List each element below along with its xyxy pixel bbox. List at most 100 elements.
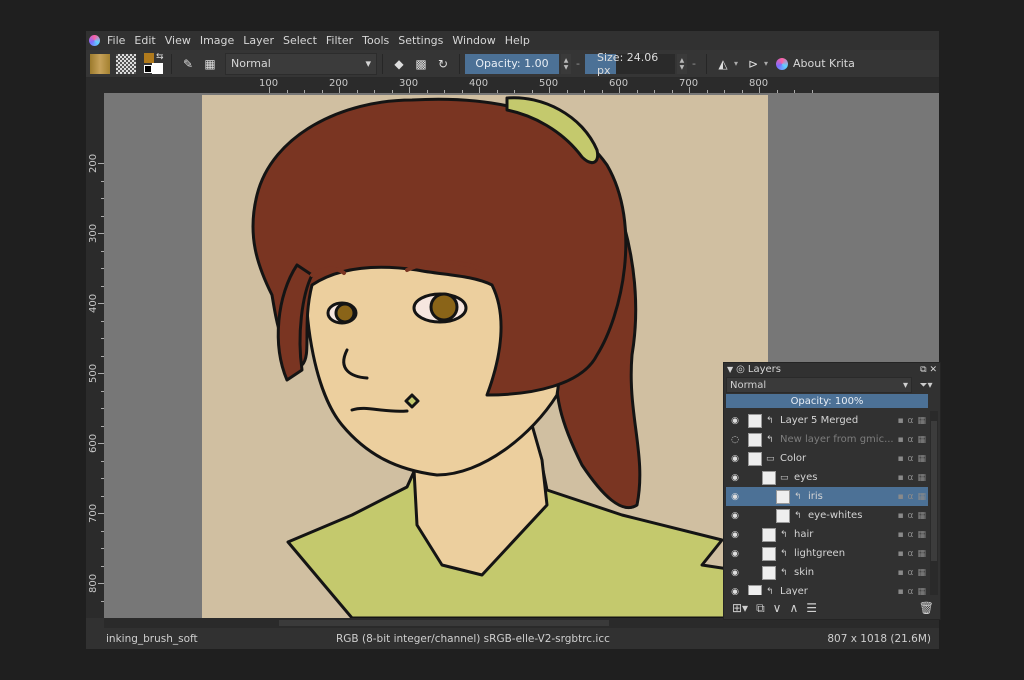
background-color-swatch[interactable]: [152, 62, 163, 74]
layer-opacity-slider[interactable]: Opacity: 100%: [726, 394, 928, 408]
eye-open-icon[interactable]: ◉: [728, 454, 742, 464]
inherit-alpha-icon[interactable]: ▦: [917, 511, 926, 521]
current-brush-label[interactable]: inking_brush_soft: [106, 633, 336, 645]
pattern-selector[interactable]: [116, 53, 136, 74]
duplicate-layer-button[interactable]: ⧉: [756, 601, 765, 616]
layer-row[interactable]: ◉ ↰ eye-whites ▪ α ▦: [726, 506, 928, 525]
inherit-alpha-icon[interactable]: ▦: [917, 473, 926, 483]
delete-layer-button[interactable]: 🗑: [919, 601, 934, 615]
horizontal-scrollbar-thumb[interactable]: [279, 620, 609, 626]
layer-row[interactable]: ◉ ↰ hair ▪ α ▦: [726, 525, 928, 544]
layer-row[interactable]: ◌ ↰ New layer from gmic... ▪ α ▦: [726, 430, 928, 449]
lock-icon[interactable]: ▪: [897, 473, 903, 483]
layer-list-scrollbar-thumb[interactable]: [931, 421, 937, 561]
preserve-alpha-button[interactable]: ▩: [410, 53, 432, 75]
menu-window[interactable]: Window: [452, 34, 495, 47]
color-selector[interactable]: ⇆: [144, 52, 166, 75]
lock-icon[interactable]: ▪: [897, 511, 903, 521]
opacity-slider[interactable]: Opacity: 1.00: [465, 53, 559, 74]
document-canvas[interactable]: [202, 95, 768, 618]
inherit-alpha-icon[interactable]: ▦: [917, 568, 926, 578]
layer-row[interactable]: ◉ ↰ Layer 5 Merged ▪ α ▦: [726, 411, 928, 430]
menu-filter[interactable]: Filter: [326, 34, 353, 47]
inherit-alpha-icon[interactable]: ▦: [917, 492, 926, 502]
layer-row[interactable]: ◉ ↰ Layer ▪ α ▦: [726, 582, 928, 595]
about-krita-button[interactable]: About Krita: [776, 57, 855, 70]
layer-row[interactable]: ◉ ↰ iris ▪ α ▦: [726, 487, 928, 506]
blend-mode-dropdown[interactable]: Normal ▾: [225, 52, 377, 75]
brush-presets-button[interactable]: ▦: [199, 53, 221, 75]
move-layer-up-button[interactable]: ∧: [789, 601, 798, 615]
size-spinner[interactable]: ▲ ▼: [676, 53, 687, 74]
eye-open-icon[interactable]: ◉: [728, 587, 742, 596]
float-close-icons[interactable]: ⧉ ✕: [920, 365, 937, 375]
size-slider[interactable]: Size: 24.06 px: [584, 51, 675, 77]
alpha-lock-icon[interactable]: α: [908, 492, 914, 502]
collapse-arrow-icon[interactable]: ▼: [727, 365, 733, 374]
lock-icon[interactable]: ▪: [897, 587, 903, 596]
menu-image[interactable]: Image: [200, 34, 234, 47]
layers-docker-titlebar[interactable]: ▼ ◎ Layers ⧉ ✕: [724, 363, 940, 376]
lock-icon[interactable]: ▪: [897, 530, 903, 540]
layer-blend-mode-dropdown[interactable]: Normal ▾: [726, 377, 912, 393]
mirror-horizontal-options-icon[interactable]: ▾: [734, 59, 738, 68]
menu-select[interactable]: Select: [283, 34, 317, 47]
alpha-lock-icon[interactable]: α: [908, 454, 914, 464]
brush-editor-button[interactable]: ✎: [177, 53, 199, 75]
eraser-mode-button[interactable]: ◆: [388, 53, 410, 75]
opacity-spinner[interactable]: ▲ ▼: [561, 53, 571, 74]
alpha-lock-icon[interactable]: α: [908, 530, 914, 540]
foreground-color-swatch[interactable]: [144, 52, 154, 63]
inherit-alpha-icon[interactable]: ▦: [917, 549, 926, 559]
reload-preset-button[interactable]: ↻: [432, 53, 454, 75]
alpha-lock-icon[interactable]: α: [908, 473, 914, 483]
inherit-alpha-icon[interactable]: ▦: [917, 530, 926, 540]
alpha-lock-icon[interactable]: α: [908, 435, 914, 445]
eye-open-icon[interactable]: ◉: [728, 416, 742, 426]
alpha-lock-icon[interactable]: α: [908, 587, 914, 596]
mirror-vertical-options-icon[interactable]: ▾: [764, 59, 768, 68]
inherit-alpha-icon[interactable]: ▦: [917, 587, 926, 596]
lock-icon[interactable]: ▪: [897, 492, 903, 502]
menu-tools[interactable]: Tools: [362, 34, 389, 47]
eye-closed-icon[interactable]: ◌: [728, 435, 742, 445]
eye-open-icon[interactable]: ◉: [728, 473, 742, 483]
lock-icon[interactable]: ▪: [897, 568, 903, 578]
layer-row[interactable]: ◉ ↰ skin ▪ α ▦: [726, 563, 928, 582]
layer-filter-button[interactable]: ⏷▾: [914, 378, 938, 392]
move-layer-down-button[interactable]: ∨: [773, 601, 782, 615]
mirror-horizontal-button[interactable]: ◭: [712, 53, 734, 75]
add-layer-button[interactable]: ⊞▾: [732, 601, 748, 615]
eye-open-icon[interactable]: ◉: [728, 530, 742, 540]
menu-help[interactable]: Help: [505, 34, 530, 47]
inherit-alpha-icon[interactable]: ▦: [917, 416, 926, 426]
lock-icon[interactable]: ▪: [897, 454, 903, 464]
eye-open-icon[interactable]: ◉: [728, 568, 742, 578]
alpha-lock-icon[interactable]: α: [908, 416, 914, 426]
alpha-lock-icon[interactable]: α: [908, 511, 914, 521]
menu-edit[interactable]: Edit: [134, 34, 155, 47]
lock-icon[interactable]: ▪: [897, 549, 903, 559]
alpha-lock-icon[interactable]: α: [908, 549, 914, 559]
mirror-vertical-button[interactable]: ⊳: [742, 53, 764, 75]
eye-open-icon[interactable]: ◉: [728, 511, 742, 521]
menu-file[interactable]: File: [107, 34, 125, 47]
eye-open-icon[interactable]: ◉: [728, 492, 742, 502]
layer-row[interactable]: ◉ ↰ lightgreen ▪ α ▦: [726, 544, 928, 563]
layer-properties-button[interactable]: ☰: [806, 601, 817, 615]
layer-row[interactable]: ◉ ▭ eyes ▪ α ▦: [726, 468, 928, 487]
gradient-selector[interactable]: [90, 53, 110, 74]
menu-settings[interactable]: Settings: [398, 34, 443, 47]
menu-view[interactable]: View: [165, 34, 191, 47]
layer-row[interactable]: ◉ ▭ Color ▪ α ▦: [726, 449, 928, 468]
lock-icon[interactable]: ▪: [897, 435, 903, 445]
layer-list-scrollbar[interactable]: [930, 411, 938, 595]
swap-colors-icon[interactable]: ⇆: [156, 52, 164, 62]
alpha-lock-icon[interactable]: α: [908, 568, 914, 578]
eye-open-icon[interactable]: ◉: [728, 549, 742, 559]
inherit-alpha-icon[interactable]: ▦: [917, 454, 926, 464]
lock-icon[interactable]: ▪: [897, 416, 903, 426]
menu-layer[interactable]: Layer: [243, 34, 274, 47]
inherit-alpha-icon[interactable]: ▦: [917, 435, 926, 445]
reset-colors-icon[interactable]: [144, 64, 152, 73]
